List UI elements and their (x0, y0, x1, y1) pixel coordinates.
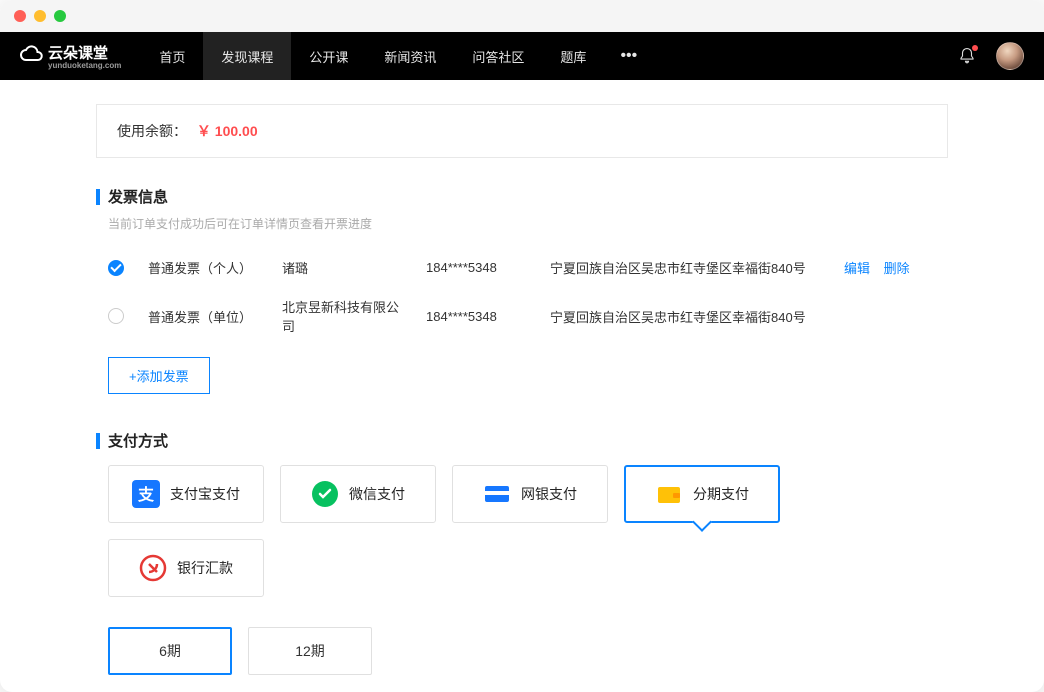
invoice-type: 普通发票（单位） (148, 307, 258, 326)
invoice-section-title: 发票信息 (108, 186, 168, 207)
content-area: 使用余额： ￥ 100.00 发票信息 当前订单支付成功后可在订单详情页查看开票… (0, 80, 1044, 692)
installment-6[interactable]: 6期 (108, 627, 232, 675)
nav-item-open-course[interactable]: 公开课 (291, 32, 366, 80)
svg-text:支: 支 (137, 485, 155, 504)
bank-icon (139, 554, 167, 582)
notification-bell-icon[interactable] (958, 47, 976, 65)
invoice-actions: 编辑 删除 (844, 258, 920, 277)
balance-box: 使用余额： ￥ 100.00 (96, 104, 948, 158)
pay-option-label: 网银支付 (521, 484, 577, 504)
top-nav: 云朵课堂 yunduoketang.com 首页 发现课程 公开课 新闻资讯 问… (0, 32, 1044, 80)
invoice-delete-link[interactable]: 删除 (884, 261, 910, 276)
installment-options: 6期 12期 (108, 627, 948, 675)
pay-option-banktransfer[interactable]: 银行汇款 (108, 539, 264, 597)
invoice-name: 诸璐 (282, 258, 402, 277)
nav-item-discover[interactable]: 发现课程 (203, 32, 291, 80)
pay-option-label: 微信支付 (349, 484, 405, 504)
balance-label: 使用余额： (117, 123, 187, 139)
add-invoice-button[interactable]: +添加发票 (108, 357, 210, 394)
invoice-phone: 184****5348 (426, 309, 526, 324)
payment-options: 支 支付宝支付 微信支付 网银支付 (108, 465, 948, 597)
pay-option-label: 银行汇款 (177, 558, 233, 578)
nav-items: 首页 发现课程 公开课 新闻资讯 问答社区 题库 ••• (141, 32, 653, 80)
invoice-phone: 184****5348 (426, 260, 526, 275)
invoice-name: 北京昱新科技有限公司 (282, 297, 402, 335)
pay-option-installment[interactable]: 分期支付 (624, 465, 780, 523)
wechat-icon (311, 480, 339, 508)
invoice-row: 普通发票（单位） 北京昱新科技有限公司 184****5348 宁夏回族自治区吴… (96, 287, 948, 345)
balance-amount: ￥ 100.00 (197, 123, 258, 139)
invoice-section-head: 发票信息 (96, 186, 948, 207)
invoice-radio-company[interactable] (108, 308, 124, 324)
window-minimize-icon[interactable] (34, 10, 46, 22)
installment-12[interactable]: 12期 (248, 627, 372, 675)
nav-item-home[interactable]: 首页 (141, 32, 203, 80)
nav-item-qa[interactable]: 问答社区 (454, 32, 542, 80)
pay-option-alipay[interactable]: 支 支付宝支付 (108, 465, 264, 523)
logo-text: 云朵课堂 (48, 45, 108, 62)
invoice-edit-link[interactable]: 编辑 (844, 261, 870, 276)
logo[interactable]: 云朵课堂 yunduoketang.com (20, 42, 121, 70)
nav-item-exam[interactable]: 题库 (542, 32, 604, 80)
nav-more-icon[interactable]: ••• (604, 32, 653, 80)
invoice-radio-personal[interactable] (108, 260, 124, 276)
invoice-row: 普通发票（个人） 诸璐 184****5348 宁夏回族自治区吴忠市红寺堡区幸福… (96, 248, 948, 287)
nav-item-news[interactable]: 新闻资讯 (366, 32, 454, 80)
invoice-address: 宁夏回族自治区吴忠市红寺堡区幸福街840号 (550, 307, 820, 326)
card-icon (483, 480, 511, 508)
invoice-type: 普通发票（个人） (148, 258, 258, 277)
nav-right (958, 42, 1024, 70)
section-accent-icon (96, 433, 100, 449)
pay-option-label: 分期支付 (693, 484, 749, 504)
window-close-icon[interactable] (14, 10, 26, 22)
pay-option-label: 支付宝支付 (170, 484, 240, 504)
logo-cloud-icon (20, 44, 44, 68)
wallet-icon (655, 480, 683, 508)
payment-section-head: 支付方式 (96, 430, 948, 451)
section-accent-icon (96, 189, 100, 205)
window-maximize-icon[interactable] (54, 10, 66, 22)
pay-option-wechat[interactable]: 微信支付 (280, 465, 436, 523)
alipay-icon: 支 (132, 480, 160, 508)
logo-sub: yunduoketang.com (48, 61, 121, 70)
app-window: 云朵课堂 yunduoketang.com 首页 发现课程 公开课 新闻资讯 问… (0, 0, 1044, 692)
invoice-address: 宁夏回族自治区吴忠市红寺堡区幸福街840号 (550, 258, 820, 277)
invoice-subtitle: 当前订单支付成功后可在订单详情页查看开票进度 (108, 215, 948, 232)
pay-option-netbank[interactable]: 网银支付 (452, 465, 608, 523)
notification-dot-icon (972, 45, 978, 51)
window-titlebar (0, 0, 1044, 32)
payment-section-title: 支付方式 (108, 430, 168, 451)
avatar[interactable] (996, 42, 1024, 70)
payment-section: 支付方式 支 支付宝支付 微信支付 (96, 430, 948, 692)
